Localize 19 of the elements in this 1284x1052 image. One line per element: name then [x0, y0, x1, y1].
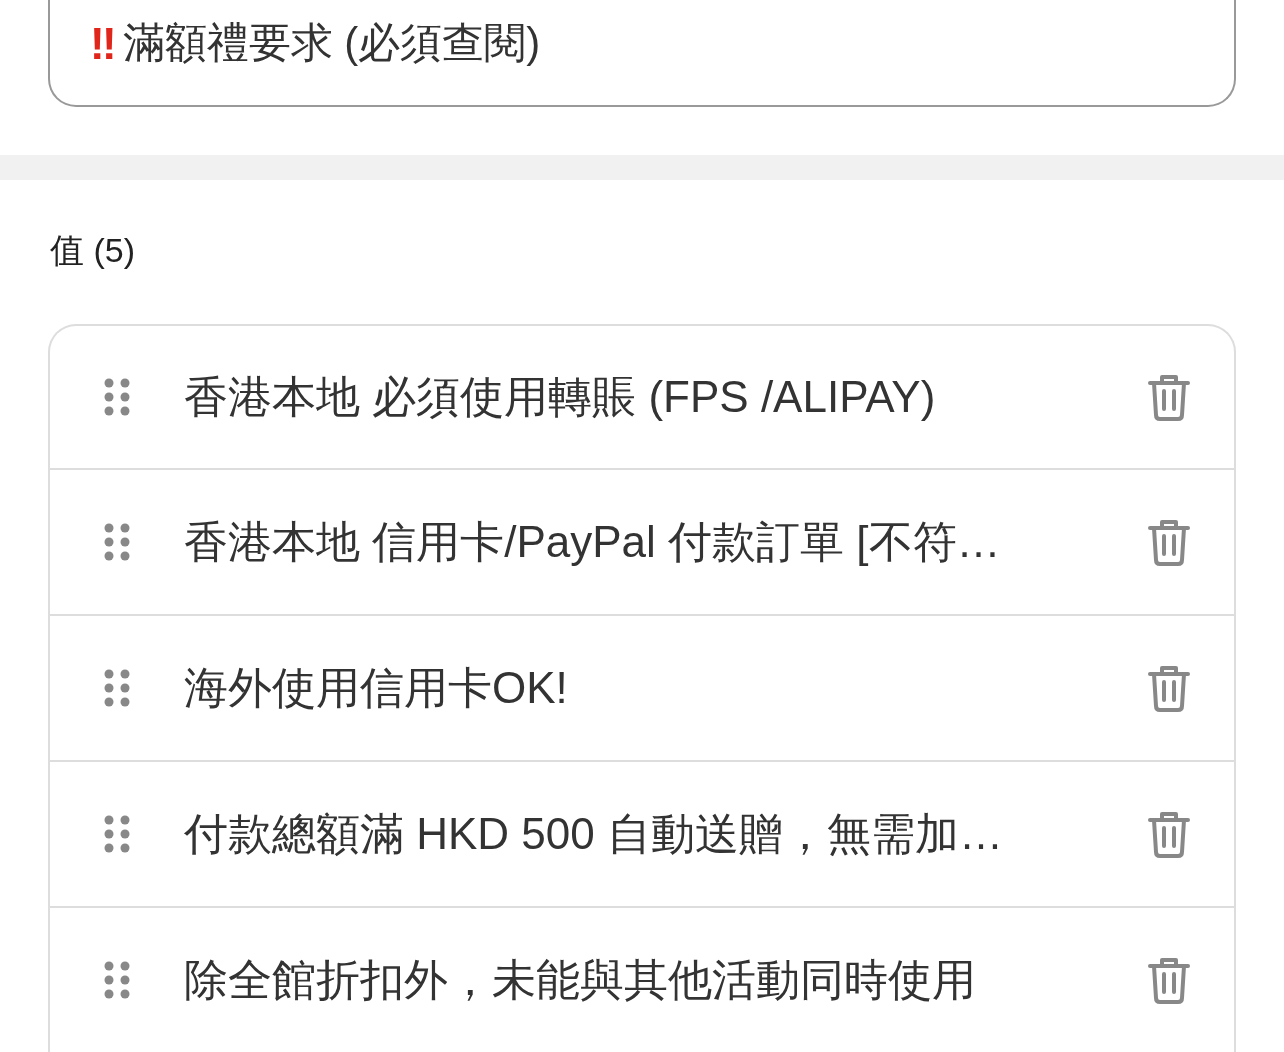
- value-text: 香港本地 信用卡/PayPal 付款訂單 [不符…: [184, 515, 1002, 568]
- requirement-field[interactable]: ‼滿額禮要求 (必須查閱): [48, 0, 1236, 107]
- value-text: 海外使用信用卡OK!: [184, 661, 569, 714]
- value-text: 除全館折扣外，未能與其他活動同時使用: [184, 953, 977, 1006]
- trash-icon[interactable]: [1148, 373, 1190, 421]
- drag-handle-icon[interactable]: [104, 669, 130, 707]
- value-text: 香港本地 必須使用轉賬 (FPS /ALIPAY): [184, 370, 937, 423]
- drag-handle-icon[interactable]: [104, 378, 130, 416]
- double-exclamation-icon: ‼: [90, 21, 117, 66]
- field-value: 滿額禮要求 (必須查閱): [122, 18, 541, 69]
- values-heading: 值 (5): [50, 230, 135, 271]
- trash-icon[interactable]: [1148, 518, 1190, 566]
- trash-icon[interactable]: [1148, 664, 1190, 712]
- drag-handle-icon[interactable]: [104, 523, 130, 561]
- trash-icon[interactable]: [1148, 956, 1190, 1004]
- drag-handle-icon[interactable]: [104, 961, 130, 999]
- value-text: 付款總額滿 HKD 500 自動送贈，無需加…: [184, 807, 1004, 860]
- trash-icon[interactable]: [1148, 810, 1190, 858]
- drag-handle-icon[interactable]: [104, 815, 130, 853]
